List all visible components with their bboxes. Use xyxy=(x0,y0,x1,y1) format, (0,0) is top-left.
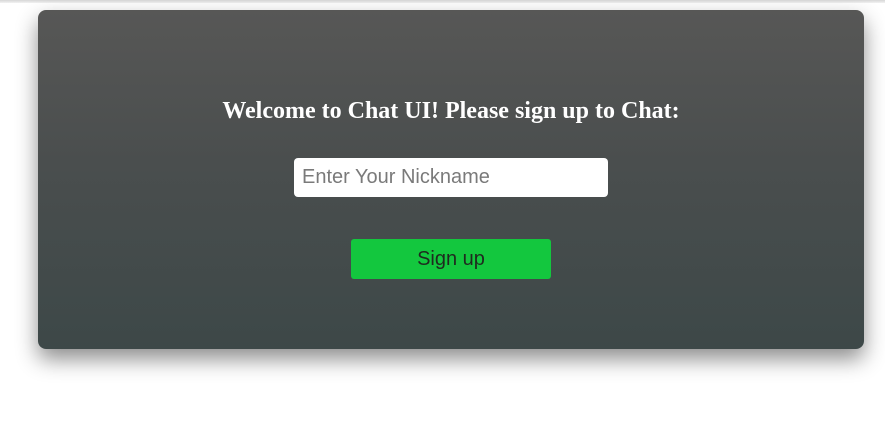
signup-card: Welcome to Chat UI! Please sign up to Ch… xyxy=(38,10,864,349)
top-border xyxy=(0,0,885,3)
page-title: Welcome to Chat UI! Please sign up to Ch… xyxy=(222,98,680,124)
nickname-input[interactable] xyxy=(294,158,608,197)
signup-button[interactable]: Sign up xyxy=(351,239,551,279)
